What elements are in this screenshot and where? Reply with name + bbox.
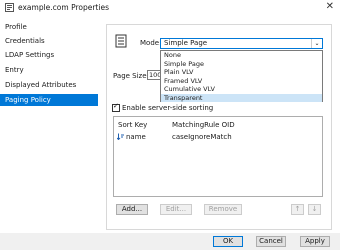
sidebar-item-profile[interactable]: Profile xyxy=(0,21,98,33)
cancel-button[interactable]: Cancel xyxy=(256,236,286,247)
sidebar-item-credentials[interactable]: Credentials xyxy=(0,35,98,47)
sort-keys-table[interactable]: Sort Key MatchingRule OID name caseIgnor… xyxy=(113,116,323,197)
move-down-button[interactable]: ↓ xyxy=(308,204,321,215)
close-icon[interactable]: ✕ xyxy=(326,1,334,12)
table-row-matching-rule[interactable]: caseIgnoreMatch xyxy=(172,133,232,141)
apply-button[interactable]: Apply xyxy=(300,236,330,247)
mode-label: Mode: xyxy=(140,39,162,47)
sidebar-item-entry[interactable]: Entry xyxy=(0,64,98,76)
mode-option-simple-page[interactable]: Simple Page xyxy=(161,60,322,69)
mode-option-cumulative-vlv[interactable]: Cumulative VLV xyxy=(161,85,322,94)
page-size-field[interactable]: 1000 xyxy=(147,70,161,80)
sidebar: Profile Credentials LDAP Settings Entry … xyxy=(0,16,98,233)
window-title: example.com Properties xyxy=(18,3,109,12)
app-icon xyxy=(5,3,14,12)
paging-icon xyxy=(115,34,127,48)
dialog-footer: OK Cancel Apply xyxy=(0,233,340,250)
mode-option-transparent[interactable]: Transparent xyxy=(161,93,322,102)
edit-button[interactable]: Edit... xyxy=(160,204,192,215)
sort-ascending-icon xyxy=(117,133,124,140)
move-up-button[interactable]: ↑ xyxy=(291,204,304,215)
column-header-matchingrule-oid[interactable]: MatchingRule OID xyxy=(172,121,235,129)
mode-select-value: Simple Page xyxy=(164,39,208,47)
column-header-sort-key[interactable]: Sort Key xyxy=(118,121,147,129)
mode-option-framed-vlv[interactable]: Framed VLV xyxy=(161,77,322,86)
remove-button[interactable]: Remove xyxy=(204,204,242,215)
mode-select[interactable]: Simple Page ⌄ xyxy=(160,38,323,49)
add-button[interactable]: Add... xyxy=(116,204,148,215)
checkmark-icon: ✓ xyxy=(113,102,119,110)
chevron-down-icon[interactable]: ⌄ xyxy=(311,39,322,48)
sidebar-item-ldap-settings[interactable]: LDAP Settings xyxy=(0,49,98,61)
mode-option-plain-vlv[interactable]: Plain VLV xyxy=(161,68,322,77)
server-sorting-checkbox[interactable]: ✓ xyxy=(112,102,120,112)
server-sorting-label: Enable server-side sorting xyxy=(122,104,214,112)
title-bar: example.com Properties ✕ xyxy=(0,0,340,16)
properties-dialog: example.com Properties ✕ Profile Credent… xyxy=(0,0,340,250)
ok-button[interactable]: OK xyxy=(213,236,243,247)
mode-option-none[interactable]: None xyxy=(161,51,322,60)
sidebar-item-paging-policy[interactable]: Paging Policy xyxy=(0,94,98,106)
sidebar-item-displayed-attributes[interactable]: Displayed Attributes xyxy=(0,79,98,91)
page-size-label: Page Size: xyxy=(113,72,149,80)
table-row-sort-key[interactable]: name xyxy=(126,133,146,141)
mode-dropdown-list: None Simple Page Plain VLV Framed VLV Cu… xyxy=(160,50,323,102)
